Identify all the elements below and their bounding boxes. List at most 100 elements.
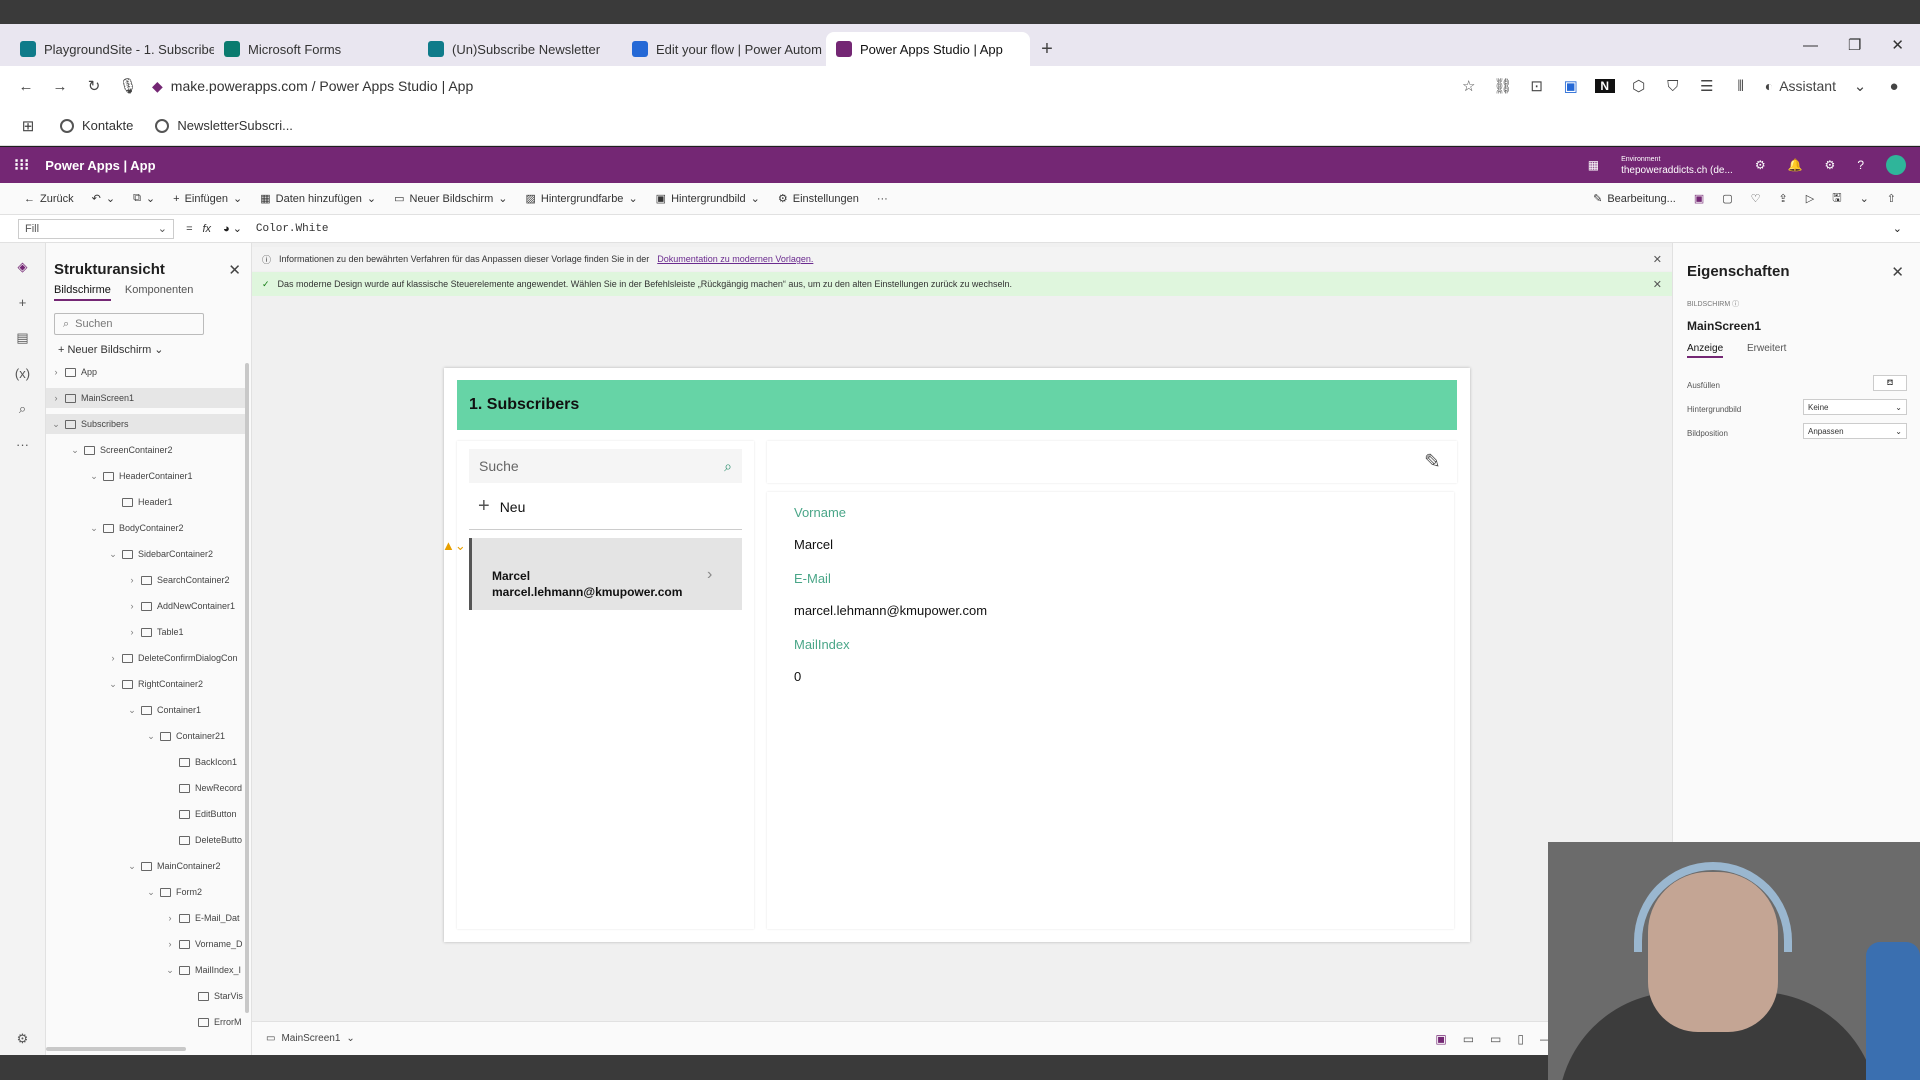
tree-node[interactable]: ErrorM (46, 1012, 246, 1032)
tree-node[interactable]: ⌄ RightContainer2 (46, 674, 246, 694)
tree-node[interactable]: ⌄ Subscribers (46, 414, 246, 434)
close-icon[interactable]: ✕ (228, 261, 241, 279)
app-checker-icon[interactable]: ▣ (1694, 192, 1704, 205)
settings-button[interactable]: ⚙ Einstellungen (778, 192, 859, 206)
tree-node[interactable]: BackIcon1 (46, 752, 246, 772)
copilot-icon[interactable]: ⚙ (1755, 158, 1766, 172)
tab-components[interactable]: Komponenten (125, 284, 194, 301)
undo-button[interactable]: ↶ ⌄ (92, 192, 115, 205)
chevron-down-icon[interactable]: ⌄ (147, 887, 155, 898)
bookmark-kontakte[interactable]: Kontakte (60, 118, 133, 133)
edit-pencil-icon[interactable]: ✎ (1424, 449, 1441, 474)
tree-node[interactable]: › Vorname_D (46, 934, 246, 954)
tab-screens[interactable]: Bildschirme (54, 284, 111, 301)
insert-button[interactable]: + Einfügen ⌄ (173, 192, 242, 206)
save-icon[interactable]: 🖫 (1832, 189, 1841, 208)
tree-search-input[interactable]: ⌕ Suchen (54, 313, 204, 335)
play-icon[interactable]: ▷ (1806, 192, 1814, 205)
tree-node[interactable]: › DeleteConfirmDialogCon (46, 648, 246, 668)
tree-node[interactable]: › SearchContainer2 (46, 570, 246, 590)
help-icon[interactable]: ? (1857, 158, 1864, 172)
laptop-layout-icon[interactable]: ▭ (1490, 1032, 1501, 1046)
search-input[interactable]: Suche ⌕ (469, 449, 742, 483)
chevron-down-icon[interactable]: ⌄ (90, 471, 98, 482)
screen-picker[interactable]: ▭ MainScreen1 ⌄ (266, 1033, 355, 1044)
audio-icon[interactable]: ⦀ (1731, 78, 1751, 95)
tree-node[interactable]: › E-Mail_Dat (46, 908, 246, 928)
tree-node[interactable]: ⌄ HeaderContainer1 (46, 466, 246, 486)
tree-node[interactable]: StarVis (46, 986, 246, 1006)
share-icon[interactable]: ⛓ (1493, 77, 1513, 95)
tree-node[interactable]: ⌄ Form2 (46, 882, 246, 902)
assistant-button[interactable]: ◐ Assistant (1765, 78, 1836, 94)
chevron-down-icon[interactable]: ⌄ (71, 445, 79, 456)
tree-node[interactable]: › Table1 (46, 622, 246, 642)
phone-layout-icon[interactable]: ▯ (1517, 1032, 1524, 1046)
tab-display[interactable]: Anzeige (1687, 343, 1724, 358)
tree-scrollbar[interactable] (245, 363, 249, 1013)
tree-node[interactable]: › App (46, 362, 246, 382)
background-image-button[interactable]: ▣ Hintergrundbild ⌄ (656, 192, 760, 206)
avatar[interactable] (1886, 155, 1906, 175)
property-dropdown[interactable]: Fill ⌄ (18, 218, 174, 239)
tablet-layout-icon[interactable]: ▣ (1435, 1032, 1446, 1046)
chevron-down-icon[interactable]: ⌄ (52, 419, 60, 430)
back-icon[interactable]: ← (16, 78, 36, 95)
tree-node[interactable]: ⌄ ScreenContainer2 (46, 440, 246, 460)
tree-node[interactable]: ⌄ MainContainer2 (46, 856, 246, 876)
chevron-down-icon[interactable]: ⌄ (147, 731, 155, 742)
more-commands-button[interactable]: ··· (877, 193, 888, 205)
settings-icon[interactable]: ⚙ (1825, 158, 1836, 172)
tree-node[interactable]: › MainScreen1 (46, 388, 246, 408)
color-picker-icon[interactable]: ◕ ⌄ (223, 222, 242, 235)
extension-icon[interactable]: ▣ (1561, 77, 1581, 95)
chevron-right-icon[interactable]: › (109, 653, 117, 663)
chevron-right-icon[interactable]: › (128, 601, 136, 611)
tree-hscrollbar[interactable] (46, 1047, 186, 1051)
chevron-down-icon[interactable]: ⌄ (90, 523, 98, 534)
close-icon[interactable]: ✕ (1891, 263, 1904, 281)
list-item[interactable]: Marcel marcel.lehmann@kmupower.com (469, 538, 742, 610)
tree-node[interactable]: ⌄ BodyContainer2 (46, 518, 246, 538)
variables-icon[interactable]: (x) (15, 366, 30, 381)
share-icon[interactable]: ⇪ (1779, 192, 1788, 205)
chevron-down-icon[interactable]: ⌄ (109, 549, 117, 560)
browser-tab-1[interactable]: PlaygroundSite - 1. Subscribe (10, 32, 214, 66)
tree-node[interactable]: NewRecord (46, 778, 246, 798)
tree-node[interactable]: ⌄ Container1 (46, 700, 246, 720)
background-color-button[interactable]: ▨ Hintergrundfarbe ⌄ (525, 192, 637, 206)
tree-node[interactable]: ⌄ MailIndex_I (46, 960, 246, 980)
browser-tab-2[interactable]: Microsoft Forms (214, 32, 418, 66)
health-icon[interactable]: ♡ (1751, 192, 1761, 205)
menu-icon[interactable]: ☰ (1697, 77, 1717, 95)
formula-input[interactable]: Color.White (256, 223, 329, 235)
chevron-right-icon[interactable]: › (166, 939, 174, 949)
extension-icon[interactable]: ⬡ (1629, 77, 1649, 95)
help-icon[interactable]: ⓘ (1732, 301, 1739, 308)
tree-node[interactable]: ⌄ Container21 (46, 726, 246, 746)
browser-tab-4[interactable]: Edit your flow | Power Autom (622, 32, 826, 66)
tree-node[interactable]: EditButton (46, 804, 246, 824)
insert-icon[interactable]: + (19, 295, 27, 310)
url-field[interactable]: ◆ make.powerapps.com / Power Apps Studio … (152, 78, 1445, 95)
new-screen-tree-button[interactable]: + Neuer Bildschirm ⌄ (58, 343, 251, 356)
forward-icon[interactable]: → (50, 78, 70, 95)
environment-picker[interactable]: Environment thepoweraddicts.ch (de... (1621, 154, 1733, 176)
tab-advanced[interactable]: Erweitert (1747, 343, 1786, 354)
tree-node[interactable]: DeleteButto (46, 830, 246, 850)
app-header[interactable]: 1. Subscribers (457, 380, 1457, 430)
copy-button[interactable]: ⧉ ⌄ (133, 192, 155, 205)
chevron-down-icon[interactable]: ⌄ (128, 705, 136, 716)
comments-icon[interactable]: ▢ (1722, 192, 1732, 205)
browser-tab-5[interactable]: Power Apps Studio | App (826, 32, 1030, 66)
data-icon[interactable]: ▤ (16, 330, 28, 346)
extension-icon[interactable]: ⊡ (1527, 77, 1547, 95)
tree-node[interactable]: ⌄ SidebarContainer2 (46, 544, 246, 564)
info-link[interactable]: Dokumentation zu modernen Vorlagen. (657, 254, 813, 264)
reload-icon[interactable]: ↻ (84, 77, 104, 95)
desktop-layout-icon[interactable]: ▭ (1463, 1032, 1474, 1046)
browser-tab-3[interactable]: (Un)Subscribe Newsletter (418, 32, 622, 66)
favorite-star-icon[interactable]: ☆ (1459, 77, 1479, 95)
bgimage-dropdown[interactable]: Keine ⌄ (1803, 399, 1907, 415)
publish-icon[interactable]: ⇧ (1887, 192, 1896, 205)
